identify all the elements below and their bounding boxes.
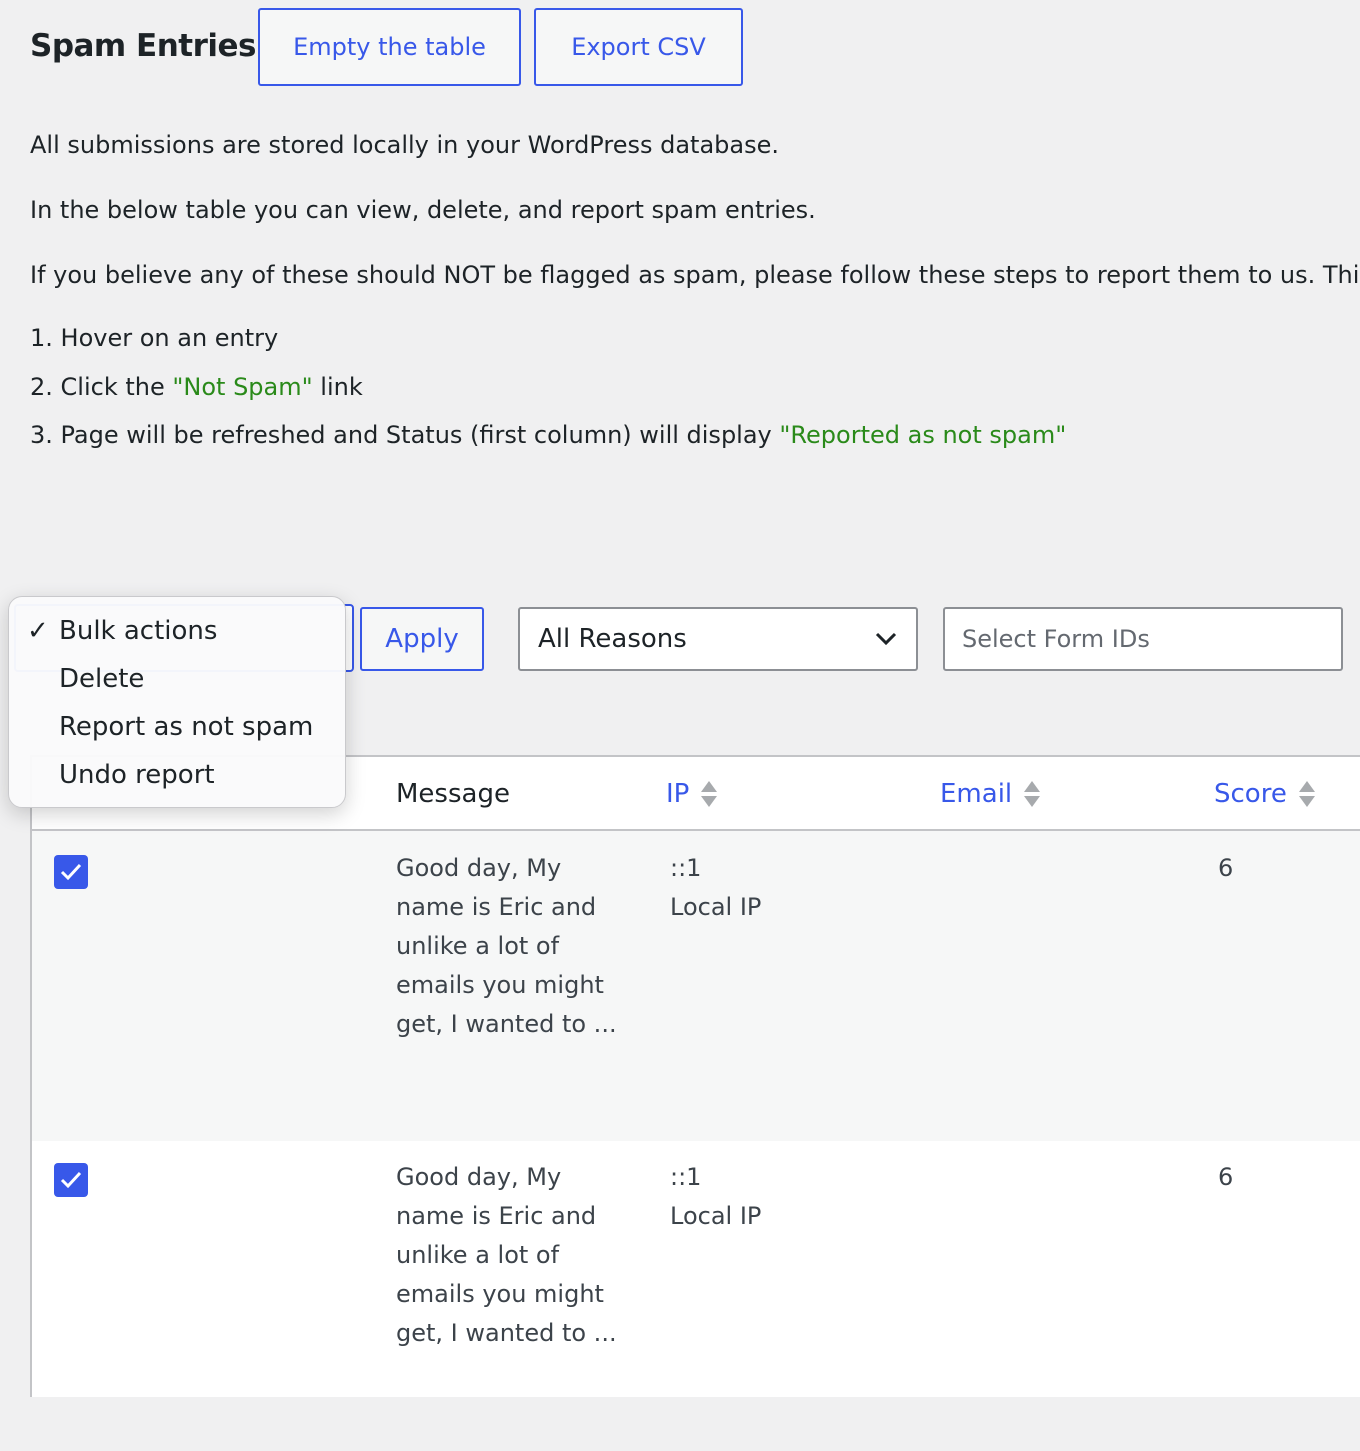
option-label: Report as not spam bbox=[59, 712, 314, 742]
checkmark-icon bbox=[60, 863, 82, 881]
form-ids-input[interactable]: Select Form IDs bbox=[943, 607, 1343, 671]
step-2: 2. Click the "Not Spam" link bbox=[30, 373, 363, 401]
row-message: Good day, My name is Eric and unlike a l… bbox=[396, 854, 617, 1038]
row-ip-note: Local IP bbox=[670, 1202, 762, 1230]
option-label: Bulk actions bbox=[59, 616, 218, 646]
step-2-suffix: link bbox=[312, 373, 363, 401]
table-row: Good day, My name is Eric and unlike a l… bbox=[32, 1141, 1360, 1451]
step-1-text: 1. Hover on an entry bbox=[30, 324, 279, 352]
row-ip-note: Local IP bbox=[670, 893, 762, 921]
row-checkbox[interactable] bbox=[54, 1163, 88, 1197]
reasons-selected-value: All Reasons bbox=[538, 624, 687, 654]
option-bulk-actions[interactable]: ✓ Bulk actions bbox=[9, 607, 345, 655]
apply-button[interactable]: Apply bbox=[360, 607, 484, 671]
row-message: Good day, My name is Eric and unlike a l… bbox=[396, 1163, 617, 1347]
reasons-filter-select[interactable]: All Reasons bbox=[518, 607, 918, 671]
sort-icon bbox=[1298, 781, 1315, 807]
column-header-score-label: Score bbox=[1214, 779, 1287, 809]
option-report-not-spam[interactable]: Report as not spam bbox=[9, 703, 345, 751]
column-header-email-label: Email bbox=[940, 779, 1013, 809]
column-header-ip-label: IP bbox=[666, 779, 690, 809]
intro-text-table: In the below table you can view, delete,… bbox=[30, 196, 816, 224]
checkmark-icon bbox=[60, 1171, 82, 1189]
intro-text-report: If you believe any of these should NOT b… bbox=[30, 261, 1360, 289]
step-3: 3. Page will be refreshed and Status (fi… bbox=[30, 421, 1066, 449]
row-ip: ::1 bbox=[670, 1163, 702, 1191]
option-label: Delete bbox=[59, 664, 145, 694]
step-2-text: 2. Click the bbox=[30, 373, 173, 401]
option-delete[interactable]: Delete bbox=[9, 655, 345, 703]
intro-text-storage: All submissions are stored locally in yo… bbox=[30, 131, 779, 159]
row-score: 6 bbox=[1218, 854, 1234, 882]
bulk-actions-dropdown: ✓ Bulk actions Delete Report as not spam… bbox=[8, 596, 346, 808]
column-header-message: Message bbox=[396, 779, 510, 809]
export-csv-button[interactable]: Export CSV bbox=[534, 8, 743, 86]
option-undo-report[interactable]: Undo report bbox=[9, 751, 345, 799]
column-header-score[interactable]: Score bbox=[1214, 779, 1315, 809]
column-header-email[interactable]: Email bbox=[940, 779, 1041, 809]
row-checkbox[interactable] bbox=[54, 855, 88, 889]
reported-highlight: "Reported as not spam" bbox=[779, 421, 1067, 449]
spam-entries-table: Message IP Email Score Good day, My name… bbox=[30, 755, 1360, 1397]
empty-table-button[interactable]: Empty the table bbox=[258, 8, 521, 86]
page-title: Spam Entries bbox=[30, 28, 257, 64]
checkmark-icon: ✓ bbox=[27, 616, 49, 646]
sort-icon bbox=[701, 781, 718, 807]
chevron-down-icon bbox=[874, 624, 898, 654]
column-header-ip[interactable]: IP bbox=[666, 779, 718, 809]
step-3-text: 3. Page will be refreshed and Status (fi… bbox=[30, 421, 780, 449]
not-spam-highlight: "Not Spam" bbox=[172, 373, 313, 401]
step-1: 1. Hover on an entry bbox=[30, 324, 278, 352]
row-ip: ::1 bbox=[670, 854, 702, 882]
sort-icon bbox=[1024, 781, 1041, 807]
option-label: Undo report bbox=[59, 760, 215, 790]
row-score: 6 bbox=[1218, 1163, 1234, 1191]
table-row: Good day, My name is Eric and unlike a l… bbox=[32, 831, 1360, 1141]
